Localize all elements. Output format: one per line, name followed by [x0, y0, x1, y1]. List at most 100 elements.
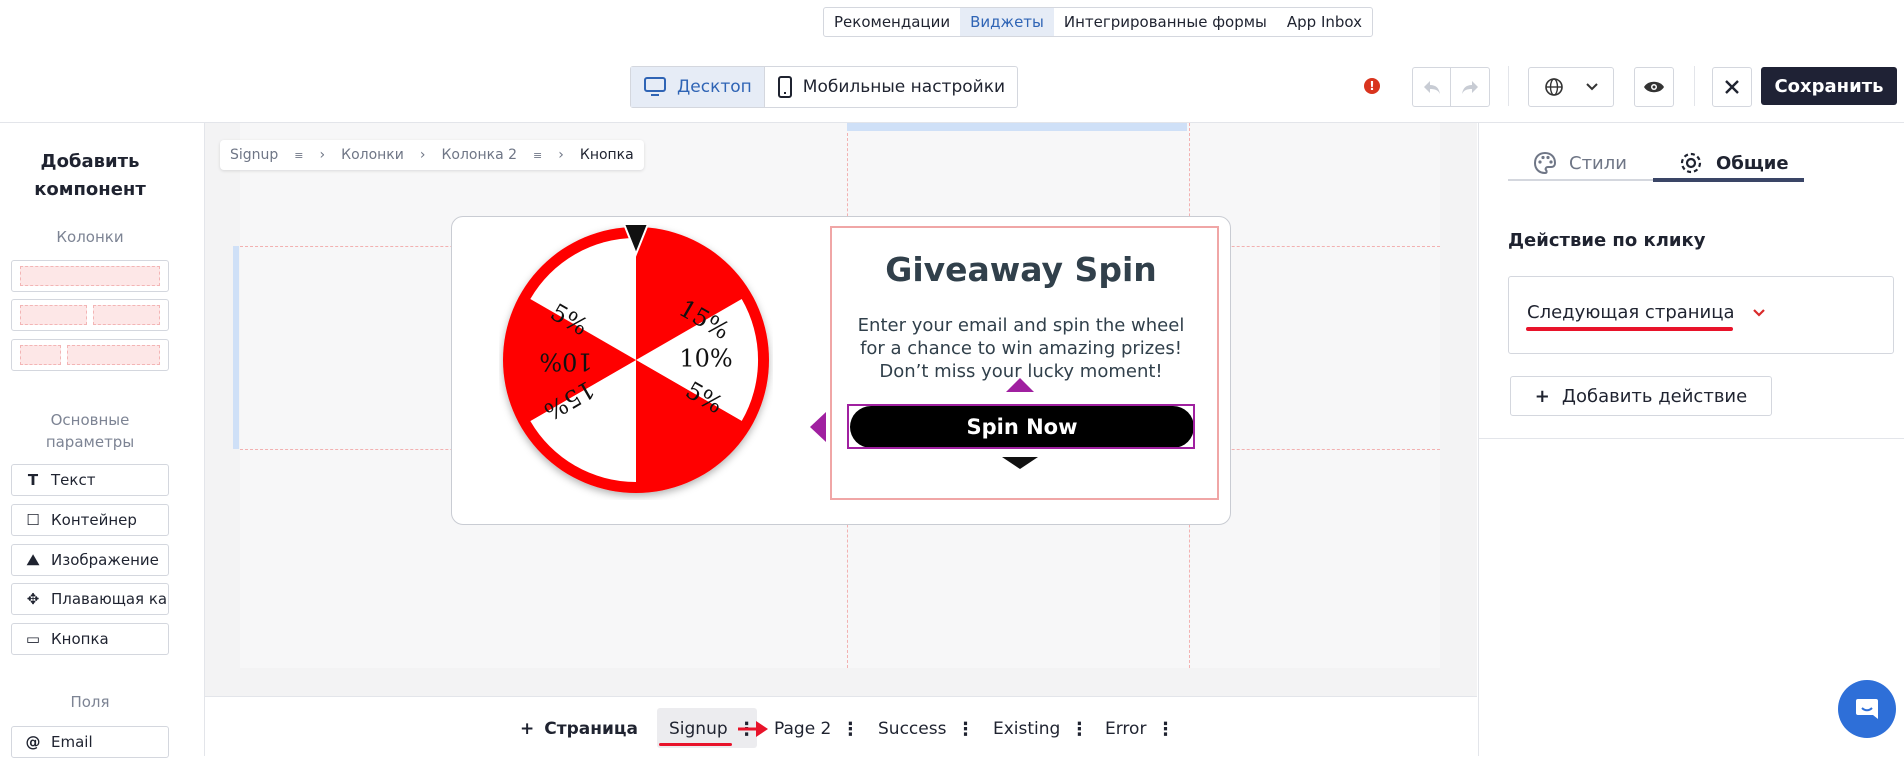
chevron-down-icon	[1752, 308, 1765, 317]
undo-button[interactable]	[1412, 67, 1451, 107]
tab-integrated-forms[interactable]: Интегрированные формы	[1054, 8, 1277, 36]
dropdown-value[interactable]: Следующая страница	[1527, 302, 1765, 323]
component-label: Изображение	[51, 551, 159, 569]
desktop-label: Десктоп	[677, 77, 752, 97]
component-label: Кнопка	[51, 630, 109, 648]
breadcrumb-item[interactable]: Signup	[230, 147, 278, 163]
kebab-menu-icon[interactable]: ⋮	[956, 719, 974, 740]
page-tab-label: Error	[1105, 719, 1147, 739]
column-cell	[93, 305, 160, 325]
component-button[interactable]: ▭ Кнопка	[11, 623, 169, 655]
component-image[interactable]: ⛰ Изображение	[11, 544, 169, 576]
preview-button[interactable]	[1634, 67, 1674, 107]
tab-recommendations[interactable]: Рекомендации	[824, 8, 960, 36]
chat-support-button[interactable]	[1838, 680, 1896, 738]
chevron-down-icon	[1586, 83, 1598, 91]
tab-widgets[interactable]: Виджеты	[960, 8, 1054, 36]
column-layout-3[interactable]	[11, 339, 169, 371]
breadcrumb-item[interactable]: Колонки	[341, 147, 404, 163]
plus-icon: +	[1534, 385, 1550, 407]
page-tab-page2[interactable]: Page 2 ⋮	[774, 714, 859, 744]
component-text[interactable]: T Текст	[11, 464, 169, 496]
monitor-icon	[644, 77, 666, 96]
spin-wheel: 5% 10% 15% 5% 10% 15%	[503, 223, 769, 493]
dropdown-value-label: Следующая страница	[1527, 302, 1735, 323]
chevron-right-icon: ›	[319, 147, 326, 163]
device-toggle: Десктоп Мобильные настройки	[630, 66, 1019, 108]
field-email[interactable]: @ Email	[11, 726, 169, 758]
component-container[interactable]: ☐ Контейнер	[11, 504, 169, 536]
component-floating[interactable]: ✥ Плавающая ка	[11, 583, 169, 615]
active-tab-indicator	[1653, 178, 1804, 182]
page-tab-error[interactable]: Error ⋮	[1105, 714, 1174, 744]
column-cell	[67, 345, 160, 365]
component-label: Текст	[51, 471, 96, 489]
wheel-label: 10%	[539, 348, 592, 376]
kebab-menu-icon[interactable]: ⋮	[1070, 719, 1088, 740]
redo-icon	[1462, 81, 1478, 94]
page-tab-success[interactable]: Success ⋮	[878, 714, 974, 744]
add-action-label: Добавить действие	[1561, 385, 1748, 407]
floating-icon: ✥	[26, 590, 40, 608]
breadcrumb-current: Кнопка	[579, 147, 634, 163]
redo-button[interactable]	[1450, 67, 1490, 107]
kebab-menu-icon[interactable]: ⋮	[841, 719, 859, 740]
kebab-menu-icon[interactable]: ⋮	[1156, 719, 1174, 740]
add-page-label: Страница	[544, 719, 638, 739]
chevron-right-icon: ›	[558, 147, 564, 163]
column-resize-handle[interactable]	[847, 123, 1187, 131]
page-tab-label: Success	[878, 719, 947, 739]
add-action-button[interactable]: + Добавить действие	[1510, 376, 1772, 416]
chevron-right-icon: ›	[419, 147, 426, 163]
desktop-button[interactable]: Десктоп	[631, 67, 765, 107]
page-tab-label: Existing	[993, 719, 1061, 739]
add-page-button[interactable]: + Страница	[520, 714, 638, 744]
column-layout-2[interactable]	[11, 299, 169, 331]
language-select[interactable]	[1528, 67, 1614, 107]
move-left-handle[interactable]	[808, 410, 828, 444]
text-icon: T	[27, 471, 39, 489]
save-button[interactable]: Сохранить	[1761, 67, 1897, 105]
plus-icon: +	[520, 719, 535, 739]
page-tab-existing[interactable]: Existing ⋮	[993, 714, 1088, 744]
breadcrumb-item[interactable]: Колонка 2	[441, 147, 517, 163]
container-icon: ☐	[26, 511, 40, 529]
eye-icon	[1644, 81, 1664, 93]
move-down-handle[interactable]	[1000, 455, 1040, 471]
column-layout-1[interactable]	[11, 260, 169, 292]
tab-styles[interactable]: Стили	[1533, 146, 1627, 180]
right-panel	[1478, 123, 1904, 756]
tab-styles-label: Стили	[1569, 152, 1627, 174]
basic-params-label: Основные параметры	[45, 411, 135, 451]
close-button[interactable]	[1712, 67, 1752, 107]
palette-icon	[1533, 151, 1557, 175]
tab-app-inbox[interactable]: App Inbox	[1277, 8, 1372, 36]
column-resize-handle[interactable]	[233, 246, 239, 449]
warning-icon[interactable]: !	[1364, 78, 1380, 94]
widget-description[interactable]: Enter your email and spin the wheel for …	[846, 314, 1196, 383]
click-action-title: Действие по клику	[1508, 230, 1706, 251]
columns-label: Колонки	[56, 228, 124, 246]
selected-element-outline	[847, 404, 1195, 449]
page-tab-label: Signup	[669, 719, 728, 739]
top-tabs: Рекомендации Виджеты Интегрированные фор…	[823, 7, 1374, 37]
at-icon: @	[25, 733, 41, 751]
close-icon	[1725, 80, 1739, 94]
tab-general[interactable]: Общие	[1678, 146, 1789, 180]
undo-icon	[1424, 81, 1440, 94]
gear-icon	[1680, 152, 1702, 174]
fields-label: Поля	[70, 693, 110, 711]
annotation-arrow-icon	[738, 721, 768, 737]
annotation-underline	[1526, 327, 1733, 331]
toolbar-divider-2	[1694, 66, 1695, 106]
column-cell	[20, 266, 160, 286]
column-cell	[20, 305, 87, 325]
globe-icon	[1545, 78, 1563, 96]
phone-icon	[777, 76, 792, 98]
mobile-settings-button[interactable]: Мобильные настройки	[765, 67, 1017, 107]
page-tab-label: Page 2	[774, 719, 832, 739]
component-label: Контейнер	[51, 511, 137, 529]
move-up-handle[interactable]	[1004, 376, 1036, 394]
mobile-settings-label: Мобильные настройки	[802, 77, 1006, 97]
widget-title[interactable]: Giveaway Spin	[846, 250, 1196, 289]
